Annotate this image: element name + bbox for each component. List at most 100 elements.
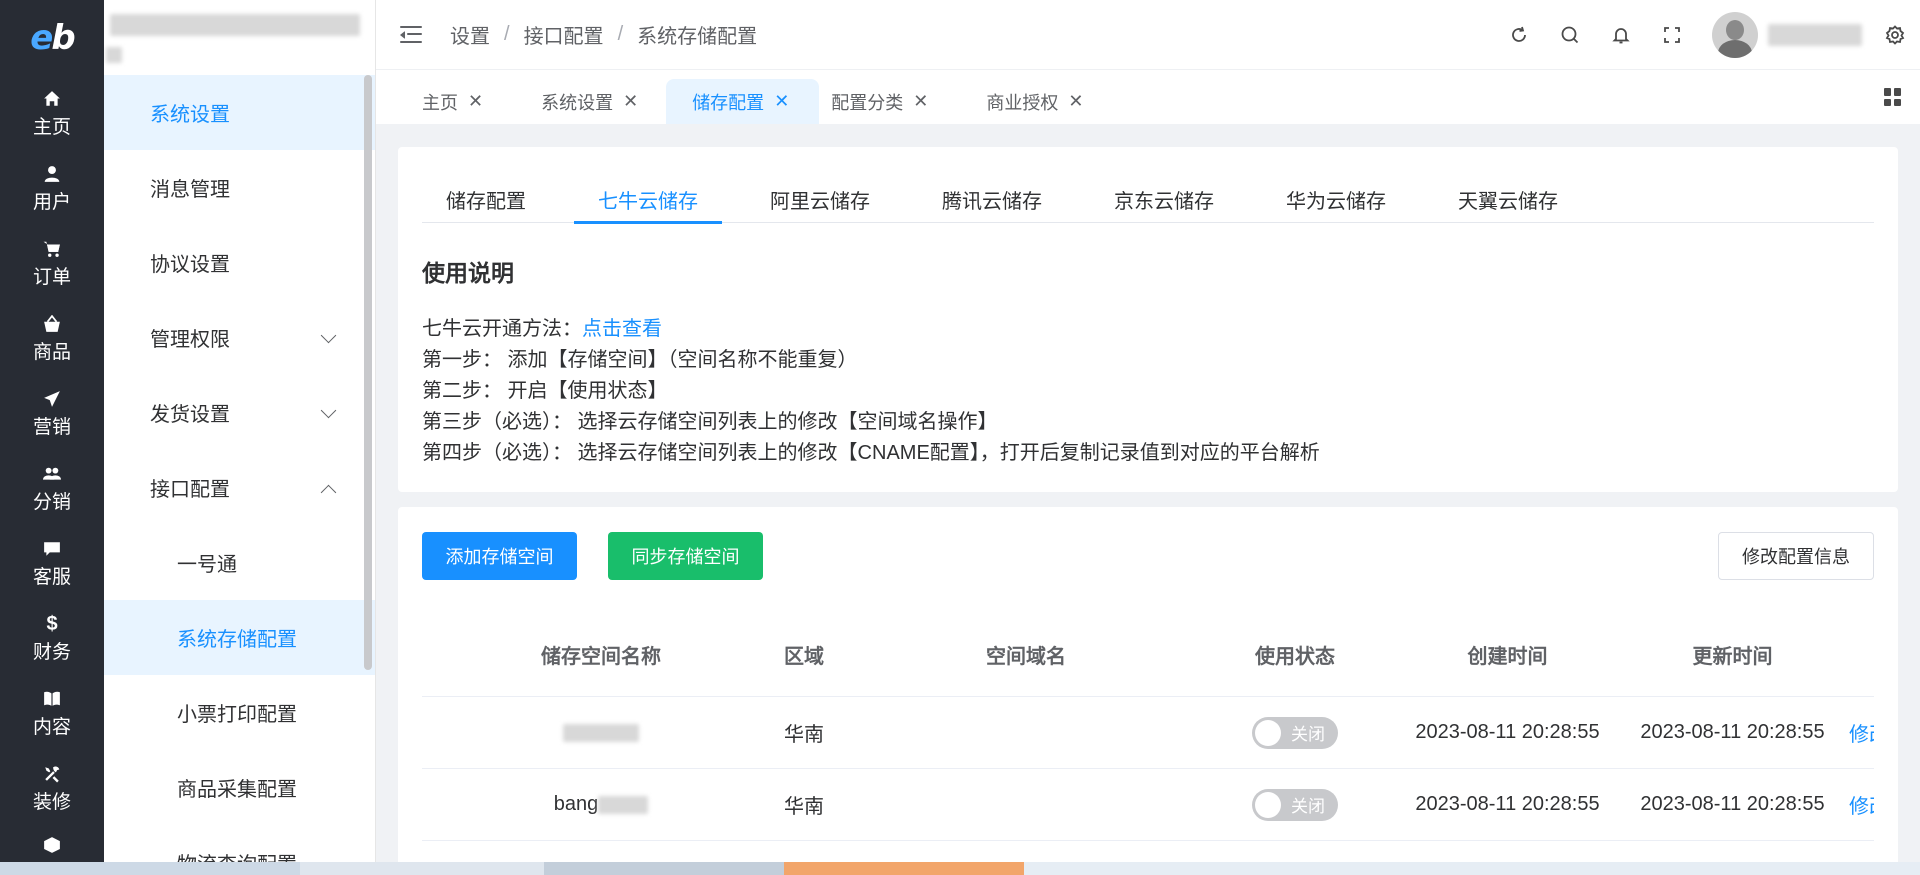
table-header: 储存空间名称 区域 空间域名 使用状态 创建时间 更新时间 [422,612,1874,697]
tab-storage-config[interactable]: 储存配置 [422,175,550,223]
close-icon[interactable]: ✕ [468,91,483,112]
username-redacted[interactable] [1768,24,1862,46]
menu-label: 小票打印配置 [177,704,297,726]
tab-tianyi[interactable]: 天翼云储存 [1434,175,1582,223]
note-text: 第三步（必选）： 选择云存储空间列表上的修改【空间域名操作】 [422,411,998,433]
menu-scrollbar[interactable] [364,75,372,670]
menu-item-interface-config[interactable]: 接口配置 [104,450,376,525]
close-icon[interactable]: ✕ [1068,91,1083,112]
menu-item-receipt-print[interactable]: 小票打印配置 [104,675,376,750]
page-tab-storage-config[interactable]: 储存配置 ✕ [666,79,820,124]
rail-item-marketing[interactable]: 营销 [0,376,104,451]
cube-icon [44,837,60,853]
menu-item-yihaotong[interactable]: 一号通 [104,525,376,600]
refresh-icon[interactable] [1508,24,1530,46]
page-tab-business-license[interactable]: 商业授权 ✕ [956,79,1111,124]
page-tab-system-settings[interactable]: 系统设置 ✕ [511,79,666,124]
tab-tencent[interactable]: 腾讯云储存 [918,175,1066,223]
instructions-card: 储存配置 七牛云储存 阿里云储存 腾讯云储存 京东云储存 华为云储存 天翼云储存… [398,147,1898,492]
breadcrumb-item[interactable]: 设置 [450,20,490,49]
brand-logo[interactable]: eb [0,0,104,76]
cell-updated: 2023-08-11 20:28:55 [1640,721,1825,743]
tab-aliyun[interactable]: 阿里云储存 [746,175,894,223]
rail-label: 财务 [32,642,71,663]
status-toggle[interactable]: 关闭 [1252,788,1338,821]
breadcrumb: 设置 / 接口配置 / 系统存储配置 [450,20,757,49]
menu-label: 协议设置 [150,254,230,276]
toggle-label: 关闭 [1291,725,1325,744]
note-text: 第二步： 开启【使用状态】 [422,380,668,402]
rail-item-product[interactable]: 商品 [0,301,104,376]
rail-label: 商品 [32,342,71,363]
toggle-label: 关闭 [1291,797,1325,816]
cell-created: 2023-08-11 20:28:55 [1415,721,1600,743]
column-header: 使用状态 [1255,645,1335,668]
group-icon [43,467,61,480]
menu-label: 消息管理 [150,179,230,201]
grid-menu-icon[interactable] [1884,88,1902,106]
table-row: bang 华南 关闭 2023-08-11 20:28:55 2023-08-1… [422,769,1874,841]
note-text: 第四步（必选）： 选择云存储空间列表上的修改【CNAME配置】，打开后复制记录值… [422,442,1320,464]
rail-item-finance[interactable]: $ 财务 [0,601,104,676]
redacted-text [563,723,639,742]
section-title: 使用说明 [422,260,514,286]
basket-icon [44,315,60,332]
edit-config-button[interactable]: 修改配置信息 [1718,532,1874,580]
tab-huawei[interactable]: 华为云储存 [1262,175,1410,223]
page-tab-label: 储存配置 [692,92,765,113]
rail-label: 营销 [32,417,71,438]
page-tab-label: 配置分类 [831,92,904,113]
avatar[interactable] [1712,12,1758,58]
bell-icon[interactable] [1610,24,1632,46]
search-icon[interactable] [1559,24,1581,46]
page-tab-label: 商业授权 [986,92,1059,113]
page-tab-config-category[interactable]: 配置分类 ✕ [819,79,956,124]
tab-qiniu[interactable]: 七牛云储存 [574,175,722,224]
view-guide-link[interactable]: 点击查看 [582,318,662,340]
menu-item-storage-config[interactable]: 系统存储配置 [104,600,376,675]
column-header: 更新时间 [1692,645,1773,668]
close-icon[interactable]: ✕ [623,91,638,112]
menu-collapse-icon[interactable] [400,25,422,44]
page-tab-label: 主页 [422,92,458,113]
menu-label: 商品采集配置 [177,779,297,801]
menu-item-message-management[interactable]: 消息管理 [104,150,376,225]
shop-name-redacted [104,0,376,75]
tab-jd[interactable]: 京东云储存 [1090,175,1238,223]
rail-item-user[interactable]: 用户 [0,151,104,226]
menu-item-permissions[interactable]: 管理权限 [104,300,376,375]
note-text: 七牛云开通方法： [422,318,582,340]
rail-item-home[interactable]: 主页 [0,76,104,151]
sync-storage-button[interactable]: 同步存储空间 [608,532,763,580]
cell-region: 华南 [784,796,824,818]
add-storage-button[interactable]: 添加存储空间 [422,532,577,580]
dollar-icon: $ [46,612,58,635]
rail-item-distribution[interactable]: 分销 [0,451,104,526]
storage-table: 储存空间名称 区域 空间域名 使用状态 创建时间 更新时间 华南 关闭 2023… [422,612,1874,841]
edit-domain-link[interactable]: 修改空 [1845,790,1874,819]
menu-item-agreement-settings[interactable]: 协议设置 [104,225,376,300]
status-toggle[interactable]: 关闭 [1252,716,1338,749]
rail-item-content[interactable]: 内容 [0,676,104,751]
menu-item-system-settings[interactable]: 系统设置 [104,75,376,150]
fullscreen-icon[interactable] [1661,24,1683,46]
close-icon[interactable]: ✕ [774,91,789,112]
cell-status: 关闭 [1195,788,1395,821]
instruction-notes: 七牛云开通方法：点击查看 第一步： 添加【存储空间】（空间名称不能重复） 第二步… [422,314,1320,469]
menu-item-product-collect[interactable]: 商品采集配置 [104,750,376,825]
cell-name: bang [422,793,780,816]
close-icon[interactable]: ✕ [913,91,928,112]
rail-item-decoration[interactable]: 装修 [0,751,104,826]
rail-item-order[interactable]: 订单 [0,226,104,301]
rail-label: 内容 [32,717,71,738]
rail-item-more[interactable] [0,826,104,866]
rail-label: 订单 [32,267,71,288]
menu-item-shipping-settings[interactable]: 发货设置 [104,375,376,450]
breadcrumb-item[interactable]: 接口配置 [524,20,604,49]
settings-gear-icon[interactable] [1884,24,1906,46]
redacted-text [598,795,649,814]
edit-domain-link[interactable]: 修改空 [1845,718,1874,747]
page-tab-home[interactable]: 主页 ✕ [376,79,511,124]
rail-item-service[interactable]: 客服 [0,526,104,601]
send-icon [44,391,60,407]
